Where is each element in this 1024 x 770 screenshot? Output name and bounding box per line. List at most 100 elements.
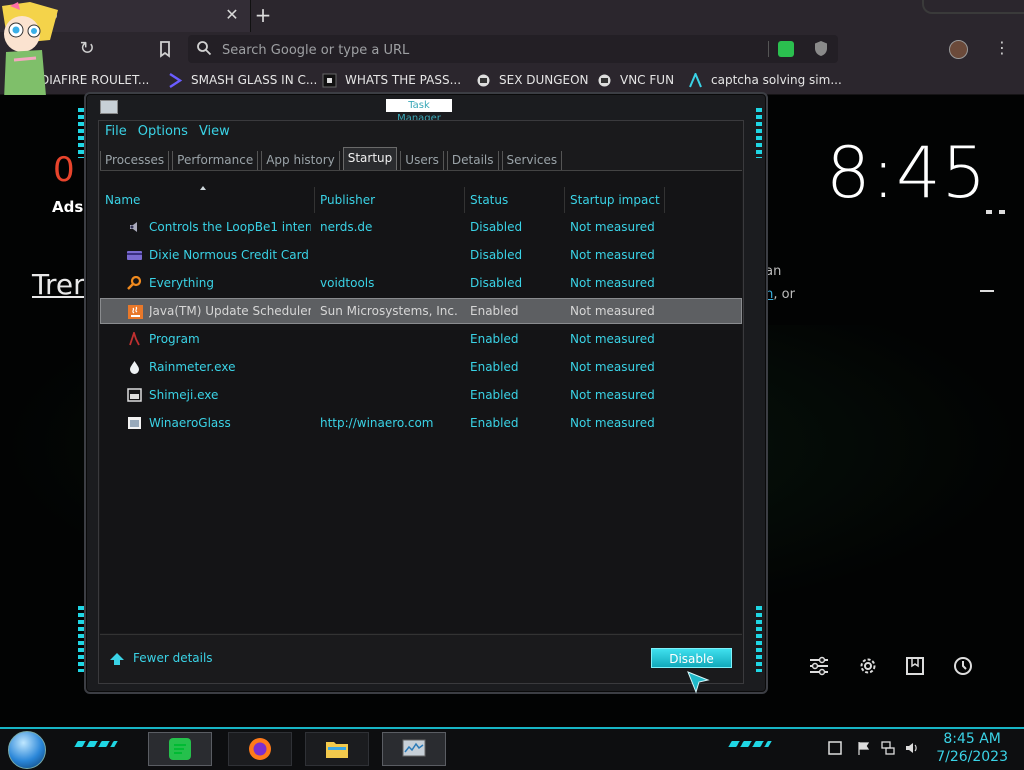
gear-icon[interactable] xyxy=(857,655,879,677)
window-frame-decoration xyxy=(922,0,1024,14)
address-bar[interactable] xyxy=(188,35,838,63)
bookmark-icon[interactable] xyxy=(154,38,176,60)
bookmark-item[interactable]: SEX DUNGEON xyxy=(476,71,589,89)
page-trending-link[interactable]: Tren xyxy=(32,268,91,301)
network-icon[interactable] xyxy=(881,741,895,755)
cell-name: Shimeji.exe xyxy=(149,388,219,402)
taskbar-clock[interactable]: 8:45 AM 7/26/2023 xyxy=(936,730,1008,766)
column-header-startup-impact[interactable]: Startup impact xyxy=(570,193,660,207)
column-divider[interactable] xyxy=(564,187,565,213)
taskbar: 8:45 AM 7/26/2023 xyxy=(0,727,1024,770)
browser-menu-icon[interactable]: ⋮ xyxy=(994,39,1010,57)
bookmark-label: WHATS THE PASS... xyxy=(345,73,462,87)
cell-status: Enabled xyxy=(470,360,519,374)
menu-file[interactable]: File xyxy=(105,122,127,142)
page-ads-label: Ads xyxy=(52,198,84,216)
table-row-selected[interactable]: Java(TM) Update Scheduler Sun Microsyste… xyxy=(100,298,742,324)
flag-icon[interactable] xyxy=(857,741,871,755)
card-icon xyxy=(127,251,142,260)
tab-details[interactable]: Details xyxy=(446,151,499,170)
firefox-icon xyxy=(249,738,271,760)
taskbar-app-firefox[interactable] xyxy=(228,732,292,766)
volume-icon[interactable] xyxy=(905,741,919,755)
bookmark-book-icon[interactable] xyxy=(904,655,926,677)
arrow-up-icon[interactable] xyxy=(109,652,125,666)
task-manager-footer: Fewer details Disable xyxy=(100,634,742,683)
taskbar-app-task-manager[interactable] xyxy=(382,732,446,766)
taskbar-app-spotify[interactable] xyxy=(148,732,212,766)
table-row[interactable]: Rainmeter.exe Enabled Not measured xyxy=(100,354,742,380)
tab-services[interactable]: Services xyxy=(501,151,563,170)
cell-publisher: http://winaero.com xyxy=(320,416,434,430)
omnibox-divider xyxy=(768,41,769,57)
bookmark-item[interactable]: SMASH GLASS IN C... xyxy=(168,71,317,89)
column-divider[interactable] xyxy=(464,187,465,213)
taskbar-app-explorer[interactable] xyxy=(305,732,369,766)
dark-square-icon xyxy=(322,73,337,87)
bookmark-label: SMASH GLASS IN C... xyxy=(191,73,318,87)
bookmark-item[interactable]: captcha solving sim... xyxy=(688,71,842,89)
frame-accent xyxy=(756,606,762,672)
cell-status: Enabled xyxy=(470,332,519,346)
taskbar-decoration xyxy=(74,741,118,747)
frame-accent xyxy=(78,108,84,158)
column-divider[interactable] xyxy=(314,187,315,213)
shield-extension-icon[interactable] xyxy=(814,40,828,57)
table-row[interactable]: Dixie Normous Credit Card S... Disabled … xyxy=(100,242,742,268)
reload-icon[interactable]: ↻ xyxy=(76,38,98,60)
menu-view[interactable]: View xyxy=(199,122,230,142)
fewer-details-link[interactable]: Fewer details xyxy=(133,651,213,665)
java-icon xyxy=(128,305,143,319)
disable-button[interactable]: Disable xyxy=(651,648,732,668)
chevron-icon xyxy=(169,72,183,88)
tab-processes[interactable]: Processes xyxy=(100,151,170,170)
window-title: Task Manager xyxy=(386,99,452,124)
bookmark-item[interactable]: WHATS THE PASS... xyxy=(322,71,461,89)
tab-users[interactable]: Users xyxy=(400,151,444,170)
cell-impact: Not measured xyxy=(570,276,655,290)
cell-name: Program xyxy=(149,332,200,346)
tab-close-icon[interactable]: ✕ xyxy=(222,5,242,25)
tab-app-history[interactable]: App history xyxy=(261,151,340,170)
cell-status: Disabled xyxy=(470,248,523,262)
cell-name: Dixie Normous Credit Card S... xyxy=(149,248,311,262)
tab-startup[interactable]: Startup xyxy=(342,147,398,170)
window-icon xyxy=(127,388,142,402)
cell-publisher: nerds.de xyxy=(320,220,373,234)
table-row[interactable]: WinaeroGlass http://winaero.com Enabled … xyxy=(100,410,742,436)
new-tab-icon[interactable]: + xyxy=(252,4,274,26)
page-counter: 0 xyxy=(53,150,75,190)
tab-strip: Processes Performance App history Startu… xyxy=(100,147,565,170)
table-row[interactable]: Program Enabled Not measured xyxy=(100,326,742,352)
menu-options[interactable]: Options xyxy=(138,122,188,142)
window-icon xyxy=(128,417,141,429)
column-header-status[interactable]: Status xyxy=(470,193,508,207)
profile-avatar[interactable] xyxy=(949,40,968,59)
browser-toolbar: ↻ ⋮ xyxy=(0,32,1024,66)
bookmark-label: SEX DUNGEON xyxy=(499,73,589,87)
page-side-text-rest: , or xyxy=(773,287,795,302)
task-manager-icon xyxy=(402,739,426,757)
taskbar-decoration xyxy=(728,741,772,747)
column-header-publisher[interactable]: Publisher xyxy=(320,193,375,207)
table-row[interactable]: Controls the LoopBe1 intern... nerds.de … xyxy=(100,214,742,240)
spotify-extension-icon[interactable] xyxy=(778,41,794,57)
column-header-name[interactable]: Name xyxy=(105,193,140,207)
bookmark-item[interactable]: VNC FUN xyxy=(597,71,674,89)
column-divider[interactable] xyxy=(664,187,665,213)
page-dash xyxy=(980,290,994,292)
cell-impact: Not measured xyxy=(570,388,655,402)
cell-impact: Not measured xyxy=(570,332,655,346)
cell-status: Enabled xyxy=(470,416,519,430)
show-desktop-icon[interactable] xyxy=(828,741,842,755)
sliders-icon[interactable] xyxy=(808,655,830,677)
tab-performance[interactable]: Performance xyxy=(172,151,259,170)
address-input[interactable] xyxy=(220,39,744,61)
table-row[interactable]: Everything voidtools Disabled Not measur… xyxy=(100,270,742,296)
start-button[interactable] xyxy=(8,731,46,769)
robot-icon xyxy=(477,74,490,86)
history-icon[interactable] xyxy=(952,655,974,677)
bookmark-label: VNC FUN xyxy=(620,73,675,87)
cell-name: Java(TM) Update Scheduler xyxy=(149,304,311,318)
table-row[interactable]: Shimeji.exe Enabled Not measured xyxy=(100,382,742,408)
